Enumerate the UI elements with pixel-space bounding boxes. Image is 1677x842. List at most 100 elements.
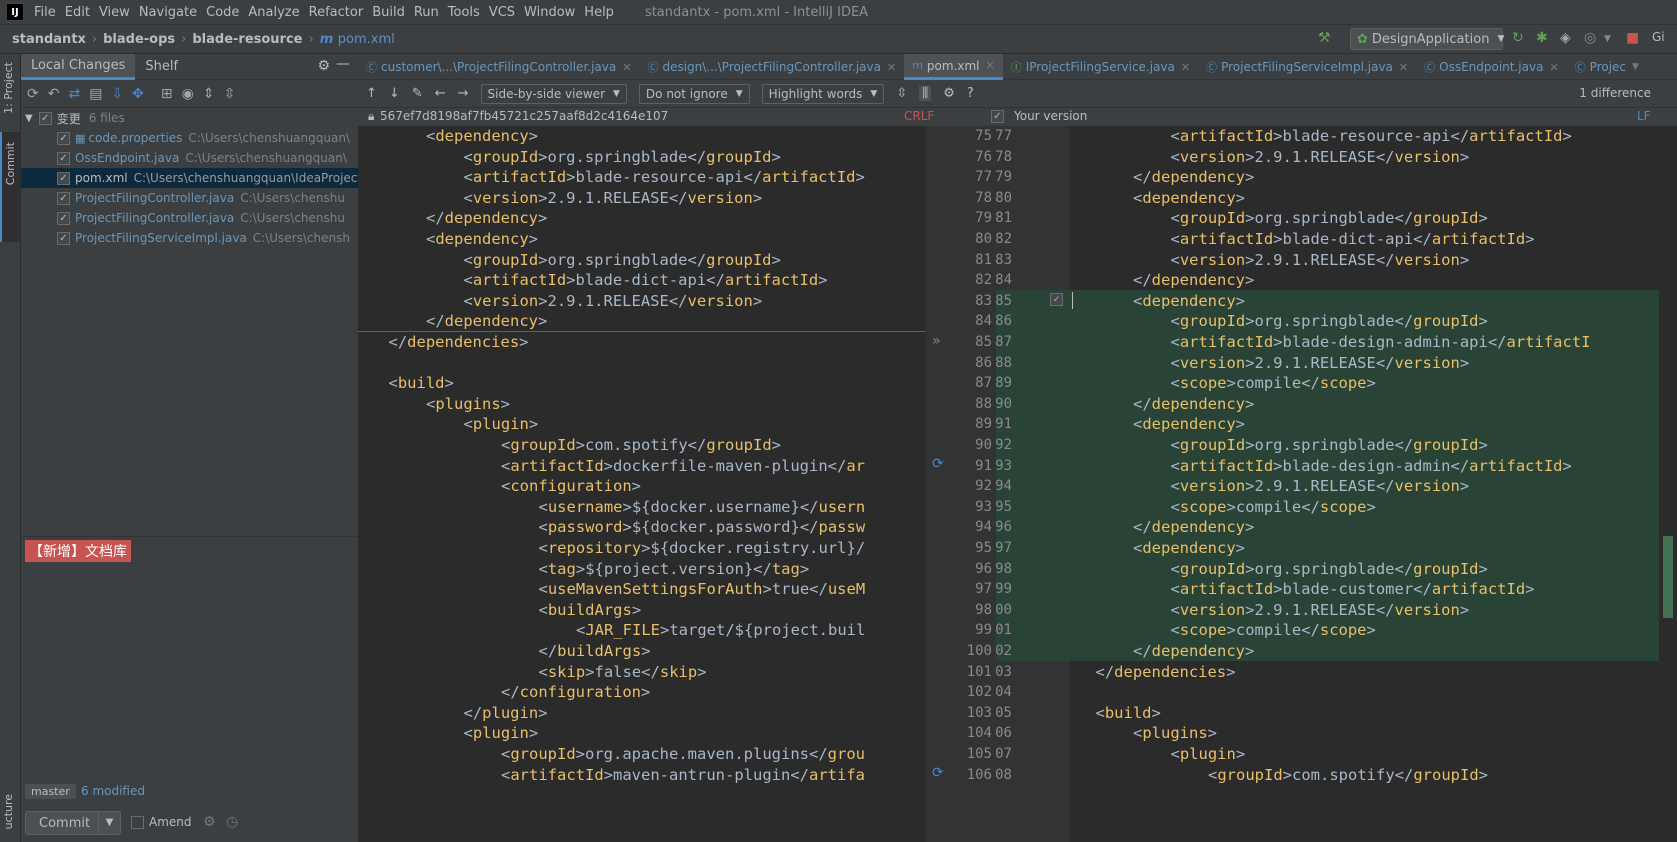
- close-icon[interactable]: ✕: [986, 59, 995, 72]
- menu-edit[interactable]: Edit: [65, 5, 90, 20]
- highlight-select[interactable]: Highlight words ▼: [761, 83, 885, 104]
- previous-difference-icon[interactable]: ↑: [366, 86, 377, 101]
- menu-code[interactable]: Code: [206, 5, 239, 20]
- list-item[interactable]: ✓ ProjectFilingServiceImpl.java C:\Users…: [21, 228, 358, 248]
- right-diff-editor[interactable]: <artifactId>blade-resource-api</artifact…: [1070, 126, 1659, 842]
- forward-icon[interactable]: →: [458, 86, 469, 101]
- changelist-group[interactable]: ▼ ✓ 变更 6 files: [21, 108, 358, 128]
- collapse-unchanged-icon[interactable]: ⇳: [896, 86, 907, 101]
- menu-file[interactable]: File: [34, 5, 56, 20]
- close-icon[interactable]: ✕: [622, 61, 631, 74]
- checkbox[interactable]: ✓: [57, 191, 70, 205]
- checkbox[interactable]: ✓: [57, 131, 70, 145]
- next-difference-icon[interactable]: ↓: [389, 86, 400, 101]
- list-item-selected[interactable]: ✓ pom.xml C:\Users\chenshuangquan\IdeaPr…: [21, 168, 590, 188]
- tab-projectfilingserviceimpl[interactable]: Ⓒ ProjectFilingServiceImpl.java ✕: [1198, 54, 1416, 80]
- breadcrumb-module[interactable]: blade-ops: [103, 32, 175, 47]
- changelist-icon[interactable]: ▤: [89, 86, 102, 102]
- list-item[interactable]: ✓ ▦ code.properties C:\Users\chenshuangq…: [21, 128, 358, 148]
- git-icon[interactable]: Gi: [1652, 30, 1665, 44]
- update-icon[interactable]: ⇩: [111, 86, 123, 102]
- apply-change-checkbox[interactable]: ✓: [1050, 292, 1063, 306]
- ignore-select[interactable]: Do not ignore ▼: [638, 83, 750, 104]
- menu-vcs[interactable]: VCS: [489, 5, 515, 20]
- tab-shelf[interactable]: Shelf: [135, 54, 188, 80]
- list-item[interactable]: ✓ ProjectFilingController.java C:\Users\…: [21, 188, 358, 208]
- checkbox[interactable]: ✓: [57, 151, 70, 165]
- menu-window[interactable]: Window: [524, 5, 575, 20]
- checkbox[interactable]: ✓: [57, 231, 70, 245]
- chevron-down-icon[interactable]: ▼: [25, 113, 33, 124]
- viewer-select[interactable]: Side-by-side viewer ▼: [480, 83, 627, 104]
- expand-all-icon[interactable]: ⇕: [203, 86, 215, 102]
- tab-pom-xml[interactable]: m pom.xml ✕: [904, 54, 1003, 80]
- checkbox[interactable]: [131, 815, 144, 829]
- chevron-down-icon[interactable]: ▼: [1632, 62, 1639, 72]
- rerun-icon[interactable]: ↻: [1512, 30, 1524, 46]
- coverage-icon[interactable]: ◈: [1560, 30, 1571, 46]
- edit-source-icon[interactable]: ✎: [412, 86, 423, 101]
- breadcrumb-project[interactable]: standantx: [12, 32, 86, 47]
- tab-iprojectfilingservice[interactable]: Ⓘ IProjectFilingService.java ✕: [1003, 54, 1198, 80]
- tab-projec-truncated[interactable]: Ⓒ Projec ▼: [1567, 54, 1647, 80]
- settings-gear-icon[interactable]: ⚙: [943, 86, 955, 101]
- menu-build[interactable]: Build: [372, 5, 405, 20]
- debug-icon[interactable]: ✱: [1536, 30, 1548, 46]
- close-icon[interactable]: ✕: [1549, 61, 1558, 74]
- left-line-separator[interactable]: CRLF: [904, 109, 934, 123]
- menu-run[interactable]: Run: [414, 5, 439, 20]
- rollback-icon[interactable]: ↶: [48, 86, 60, 102]
- project-tool-tab[interactable]: 1: Project: [2, 62, 15, 114]
- gear-icon[interactable]: ⚙: [203, 814, 216, 830]
- refresh-icon[interactable]: ⟳: [27, 86, 39, 102]
- run-configuration-select[interactable]: ✿ DesignApplication ▼: [1350, 28, 1504, 50]
- list-item[interactable]: ✓ ProjectFilingController.java C:\Users\…: [21, 208, 358, 228]
- structure-tool-tab[interactable]: ucture: [2, 794, 15, 829]
- menu-help[interactable]: Help: [584, 5, 614, 20]
- group-by-icon[interactable]: ⊞: [161, 86, 173, 102]
- checkbox[interactable]: ✓: [38, 111, 52, 125]
- menu-tools[interactable]: Tools: [448, 5, 480, 20]
- gear-icon[interactable]: ⚙: [317, 58, 330, 74]
- close-icon[interactable]: ✕: [1399, 61, 1408, 74]
- chevron-down-icon[interactable]: ▼: [98, 812, 120, 834]
- menu-refactor[interactable]: Refactor: [309, 5, 364, 20]
- breadcrumb-file[interactable]: m pom.xml: [320, 32, 395, 47]
- chevron-down-icon[interactable]: ▼: [1604, 34, 1611, 44]
- commit-tool-tab[interactable]: Commit: [4, 142, 17, 185]
- menu-navigate[interactable]: Navigate: [139, 5, 197, 20]
- branch-badge[interactable]: master: [25, 784, 76, 799]
- build-hammer-icon[interactable]: ⚒: [1318, 30, 1331, 46]
- back-icon[interactable]: ←: [435, 86, 446, 101]
- stop-icon[interactable]: ■: [1626, 30, 1639, 46]
- menu-view[interactable]: View: [99, 5, 130, 20]
- commit-tool-tab-active[interactable]: Commit: [0, 132, 21, 242]
- show-diff-icon[interactable]: ⇄: [68, 86, 80, 102]
- left-diff-editor[interactable]: <dependency> <groupId>org.springblade</gr…: [358, 126, 926, 842]
- move-icon[interactable]: ✥: [132, 86, 144, 102]
- amend-checkbox[interactable]: Amend: [131, 815, 192, 829]
- menu-analyze[interactable]: Analyze: [248, 5, 299, 20]
- right-line-separator[interactable]: LF: [1637, 109, 1651, 123]
- collapse-all-icon[interactable]: ⇳: [224, 86, 236, 102]
- close-icon[interactable]: ✕: [887, 61, 896, 74]
- checkbox[interactable]: ✓: [57, 171, 70, 185]
- commit-button[interactable]: Commit ▼: [25, 811, 121, 835]
- profile-icon[interactable]: ◎: [1584, 30, 1596, 46]
- eye-icon[interactable]: ◉: [182, 86, 194, 102]
- list-item[interactable]: ✓ OssEndpoint.java C:\Users\chenshuangqu…: [21, 148, 358, 168]
- checkbox[interactable]: ✓: [991, 110, 1004, 123]
- sync-scroll-icon[interactable]: ⫼: [919, 86, 932, 101]
- editor-scrollbar[interactable]: [1659, 126, 1677, 842]
- tab-ossendpoint[interactable]: Ⓒ OssEndpoint.java ✕: [1416, 54, 1567, 80]
- tab-local-changes[interactable]: Local Changes: [21, 53, 136, 80]
- tab-customer-controller[interactable]: Ⓒcustomer\...\ProjectFilingController.ja…: [358, 54, 639, 80]
- commit-message-input[interactable]: 【新增】文档库: [25, 540, 131, 562]
- help-icon[interactable]: ?: [967, 86, 974, 101]
- modified-count[interactable]: 6 modified: [81, 784, 145, 798]
- tab-design-controller[interactable]: Ⓒdesign\...\ProjectFilingController.java…: [639, 54, 904, 80]
- minimize-icon[interactable]: —: [336, 56, 350, 72]
- close-icon[interactable]: ✕: [1181, 61, 1190, 74]
- breadcrumb-submodule[interactable]: blade-resource: [192, 32, 302, 47]
- checkbox[interactable]: ✓: [57, 211, 70, 225]
